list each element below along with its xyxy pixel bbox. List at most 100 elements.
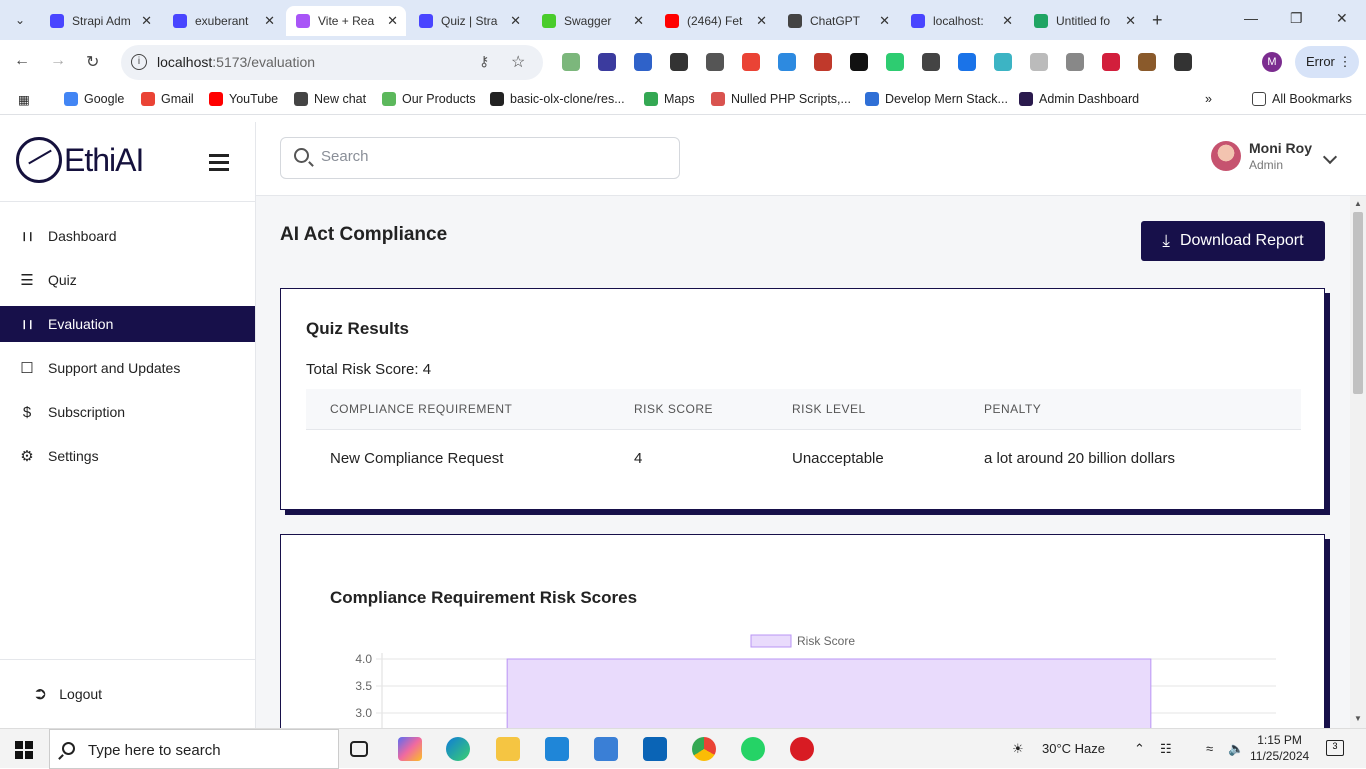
notification-icon[interactable]: 3: [1326, 740, 1344, 756]
profile-avatar[interactable]: M: [1262, 52, 1282, 72]
extension-icon[interactable]: [958, 53, 976, 71]
bookmark-item[interactable]: Develop Mern Stack...: [865, 92, 1008, 106]
scrollbar[interactable]: ▲ ▼: [1350, 196, 1366, 728]
browser-tab[interactable]: ChatGPT ✕: [778, 6, 898, 36]
minimize-icon[interactable]: —: [1244, 10, 1258, 26]
bookmark-item[interactable]: Gmail: [141, 92, 194, 106]
bookmark-item[interactable]: basic-olx-clone/res...: [490, 92, 625, 106]
extension-icon[interactable]: [598, 53, 616, 71]
chrome-icon[interactable]: [692, 737, 716, 761]
bookmark-item[interactable]: YouTube: [209, 92, 278, 106]
logout-button[interactable]: ➲ Logout: [33, 684, 102, 704]
browser-tab[interactable]: Vite + Rea ✕: [286, 6, 406, 36]
windows-start-icon[interactable]: [15, 741, 33, 759]
extension-icon[interactable]: [706, 53, 724, 71]
scroll-down-icon[interactable]: ▼: [1354, 714, 1362, 723]
password-key-icon[interactable]: ⚷: [479, 53, 489, 70]
bookmark-item[interactable]: Maps: [644, 92, 695, 106]
chevron-down-icon[interactable]: [1322, 149, 1338, 165]
all-bookmarks[interactable]: All Bookmarks: [1252, 92, 1352, 106]
sidebar-item-evaluation[interactable]: ❙❙ Evaluation: [0, 306, 255, 342]
sidebar-item-dashboard[interactable]: ❙❙ Dashboard: [0, 218, 255, 254]
weather-icon[interactable]: ☀: [1012, 741, 1024, 757]
close-tab-icon[interactable]: ✕: [756, 13, 767, 29]
close-tab-icon[interactable]: ✕: [879, 13, 890, 29]
extension-icon[interactable]: [634, 53, 652, 71]
scrollbar-thumb[interactable]: [1353, 212, 1363, 394]
store-icon[interactable]: [594, 737, 618, 761]
bookmark-item[interactable]: Our Products: [382, 92, 476, 106]
extension-icon[interactable]: [1174, 53, 1192, 71]
browser-tab[interactable]: (2464) Fet ✕: [655, 6, 775, 36]
close-tab-icon[interactable]: ✕: [387, 13, 398, 29]
clock[interactable]: 1:15 PM 11/25/2024: [1250, 732, 1309, 764]
bookmark-item[interactable]: New chat: [294, 92, 366, 106]
search-box[interactable]: [280, 137, 680, 179]
bookmark-star-icon[interactable]: ☆: [511, 52, 525, 72]
extension-icon[interactable]: [922, 53, 940, 71]
bookmark-item[interactable]: Admin Dashboard: [1019, 92, 1139, 106]
search-input[interactable]: [321, 148, 661, 165]
user-menu[interactable]: Moni Roy Admin: [1211, 140, 1312, 172]
extension-icon[interactable]: [1066, 53, 1084, 71]
bookmark-item[interactable]: Nulled PHP Scripts,...: [711, 92, 851, 106]
bookmark-item[interactable]: Google: [64, 92, 124, 106]
browser-tab[interactable]: Untitled fo ✕: [1024, 6, 1144, 36]
opera-icon[interactable]: [790, 737, 814, 761]
tray-chevron-icon[interactable]: ⌃: [1134, 741, 1145, 757]
close-tab-icon[interactable]: ✕: [510, 13, 521, 29]
extension-icon[interactable]: [994, 53, 1012, 71]
apps-icon[interactable]: ▦: [18, 92, 30, 107]
sidebar-item-settings[interactable]: ⚙ Settings: [0, 438, 255, 474]
sidebar-item-quiz[interactable]: ☰ Quiz: [0, 262, 255, 298]
extension-icon[interactable]: [778, 53, 796, 71]
taskbar-search[interactable]: Type here to search: [49, 729, 339, 769]
browser-tab[interactable]: Strapi Adm ✕: [40, 6, 160, 36]
edge-icon[interactable]: [446, 737, 470, 761]
browser-tab[interactable]: exuberant ✕: [163, 6, 283, 36]
browser-tab[interactable]: Quiz | Stra ✕: [409, 6, 529, 36]
close-tab-icon[interactable]: ✕: [141, 13, 152, 29]
extension-icon[interactable]: [1138, 53, 1156, 71]
extension-icon[interactable]: [1030, 53, 1048, 71]
vscode-icon[interactable]: [545, 737, 569, 761]
wifi-icon[interactable]: ≈: [1206, 741, 1213, 756]
forward-icon[interactable]: →: [50, 52, 66, 70]
restore-icon[interactable]: ❐: [1290, 10, 1303, 27]
extension-icon[interactable]: [1102, 53, 1120, 71]
file-explorer-icon[interactable]: [496, 737, 520, 761]
close-tab-icon[interactable]: ✕: [1125, 13, 1136, 29]
close-tab-icon[interactable]: ✕: [633, 13, 644, 29]
close-tab-icon[interactable]: ✕: [264, 13, 275, 29]
copilot-icon[interactable]: [398, 737, 422, 761]
more-bookmarks-icon[interactable]: »: [1205, 92, 1212, 106]
address-bar[interactable]: i localhost:5173/evaluation ⚷ ☆: [121, 45, 543, 80]
extension-icon[interactable]: [670, 53, 688, 71]
network-icon[interactable]: ☷: [1160, 741, 1172, 757]
new-tab-button[interactable]: +: [1152, 10, 1163, 31]
close-tab-icon[interactable]: ✕: [1002, 13, 1013, 29]
back-icon[interactable]: ←: [14, 52, 30, 70]
extension-icon[interactable]: [850, 53, 868, 71]
volume-icon[interactable]: 🔈: [1228, 741, 1244, 757]
extension-icon[interactable]: [814, 53, 832, 71]
url-text[interactable]: localhost:5173/evaluation: [157, 54, 315, 70]
site-info-icon[interactable]: i: [131, 54, 147, 70]
extension-icon[interactable]: [562, 53, 580, 71]
sidebar-item-support-and-updates[interactable]: ☐ Support and Updates: [0, 350, 255, 386]
whatsapp-icon[interactable]: [741, 737, 765, 761]
scroll-up-icon[interactable]: ▲: [1354, 199, 1362, 208]
sidebar-item-subscription[interactable]: $ Subscription: [0, 394, 255, 430]
task-view-icon[interactable]: [350, 741, 368, 757]
browser-tab[interactable]: localhost: ✕: [901, 6, 1021, 36]
error-button[interactable]: Error ⋮: [1295, 46, 1359, 78]
close-window-icon[interactable]: ✕: [1336, 10, 1348, 27]
weather-text[interactable]: 30°C Haze: [1042, 741, 1105, 756]
avatar[interactable]: [1211, 141, 1241, 171]
download-report-button[interactable]: ⤓ Download Report: [1141, 221, 1325, 261]
browser-tab[interactable]: Swagger ✕: [532, 6, 652, 36]
tab-search-button[interactable]: ⌄: [8, 8, 32, 32]
outlook-icon[interactable]: [643, 737, 667, 761]
menu-icon[interactable]: [209, 154, 229, 175]
extension-icon[interactable]: [886, 53, 904, 71]
